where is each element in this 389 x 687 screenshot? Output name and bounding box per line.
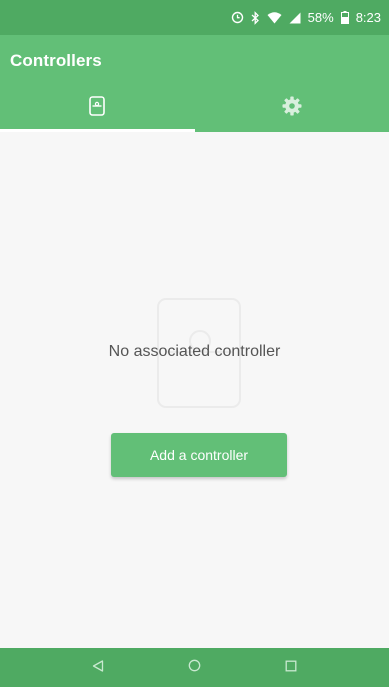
wifi-icon bbox=[267, 11, 282, 24]
tab-controllers[interactable] bbox=[0, 85, 195, 132]
bluetooth-icon bbox=[251, 10, 260, 25]
battery-icon bbox=[340, 11, 349, 24]
tab-settings[interactable] bbox=[195, 85, 389, 132]
alarm-icon bbox=[231, 11, 244, 24]
add-controller-button[interactable]: Add a controller bbox=[111, 433, 287, 477]
page-title: Controllers bbox=[10, 51, 102, 70]
clock: 8:23 bbox=[355, 10, 381, 25]
nav-recents-button[interactable] bbox=[271, 648, 311, 687]
navigation-bar bbox=[0, 648, 389, 687]
back-triangle-icon bbox=[92, 659, 104, 677]
app-bar: Controllers bbox=[0, 35, 389, 132]
nav-back-button[interactable] bbox=[78, 648, 118, 687]
battery-percent: 58% bbox=[307, 10, 334, 25]
recents-square-icon bbox=[285, 659, 297, 677]
empty-state-message: No associated controller bbox=[108, 343, 281, 360]
main-content: No associated controller Add a controlle… bbox=[0, 132, 389, 648]
controller-device-icon bbox=[89, 96, 106, 121]
home-circle-icon bbox=[188, 659, 201, 677]
status-bar: 58% 8:23 bbox=[0, 0, 389, 35]
tab-bar bbox=[0, 85, 389, 132]
nav-home-button[interactable] bbox=[174, 648, 214, 687]
status-icons: 58% 8:23 bbox=[231, 10, 381, 25]
gear-icon bbox=[282, 96, 302, 121]
signal-icon bbox=[289, 12, 301, 24]
